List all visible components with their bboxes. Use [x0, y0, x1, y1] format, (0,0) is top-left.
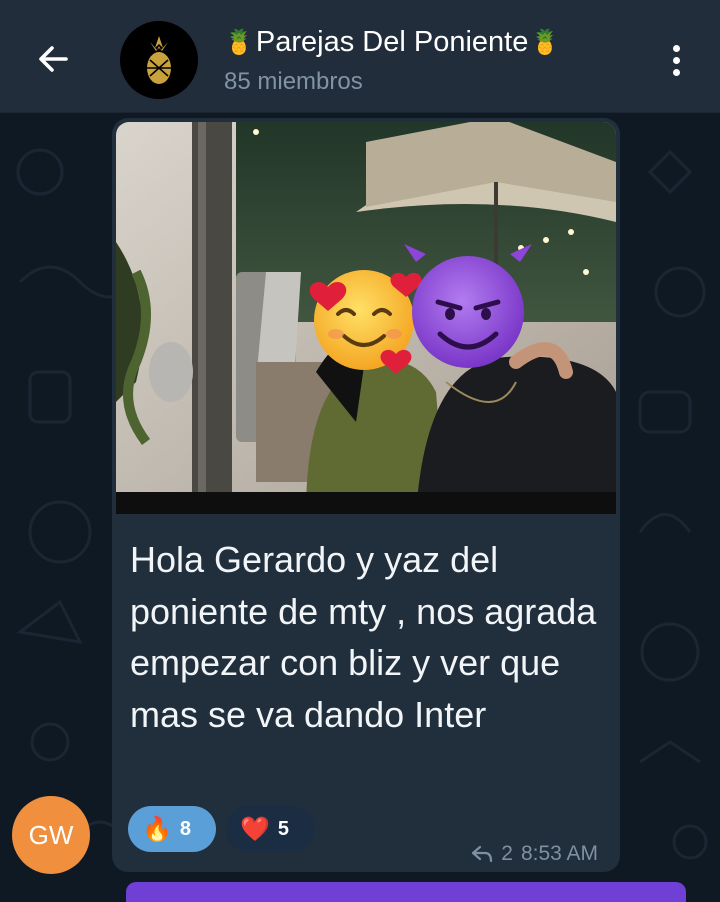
message-bubble[interactable]: Hola Gerardo y yaz del poniente de mty ,…	[112, 118, 620, 872]
message-meta: 2 8:53 AM	[471, 842, 598, 866]
pineapple-logo-icon	[147, 36, 171, 84]
message-time: 8:53 AM	[520, 842, 598, 865]
more-options-button[interactable]	[654, 38, 698, 82]
menu-dot	[672, 56, 680, 64]
sender-avatar[interactable]: GW	[12, 796, 90, 874]
reaction-heart[interactable]: ❤️ 5	[226, 806, 314, 852]
back-arrow-icon	[39, 46, 68, 72]
reply-count: 2	[501, 842, 513, 865]
fire-icon: 🔥	[142, 815, 172, 843]
back-button[interactable]	[28, 34, 78, 84]
next-message-preview[interactable]	[126, 882, 686, 902]
couple-photo-illustration	[116, 122, 616, 514]
group-avatar[interactable]	[120, 21, 198, 99]
pineapple-emoji-left: 🍍	[224, 29, 254, 56]
message-photo[interactable]	[116, 122, 616, 514]
reaction-heart-count: 5	[277, 817, 290, 840]
reply-arrow-icon	[472, 845, 493, 863]
message-text: Hola Gerardo y yaz del poniente de mty ,…	[130, 539, 597, 735]
pineapple-emoji-right: 🍍	[530, 29, 561, 56]
group-title-text: Parejas Del Poniente	[255, 26, 529, 58]
group-title[interactable]: 🍍 Parejas Del Poniente 🍍	[224, 26, 560, 59]
sender-initials: GW	[28, 819, 74, 850]
menu-dot	[672, 68, 680, 76]
reaction-fire[interactable]: 🔥 8	[128, 806, 216, 852]
menu-dot	[672, 44, 680, 52]
chat-header: 🍍 Parejas Del Poniente 🍍 85 miembros	[0, 0, 720, 113]
reaction-fire-count: 8	[179, 817, 192, 840]
heart-icon: ❤️	[240, 815, 270, 843]
member-count: 85 miembros	[224, 68, 363, 95]
